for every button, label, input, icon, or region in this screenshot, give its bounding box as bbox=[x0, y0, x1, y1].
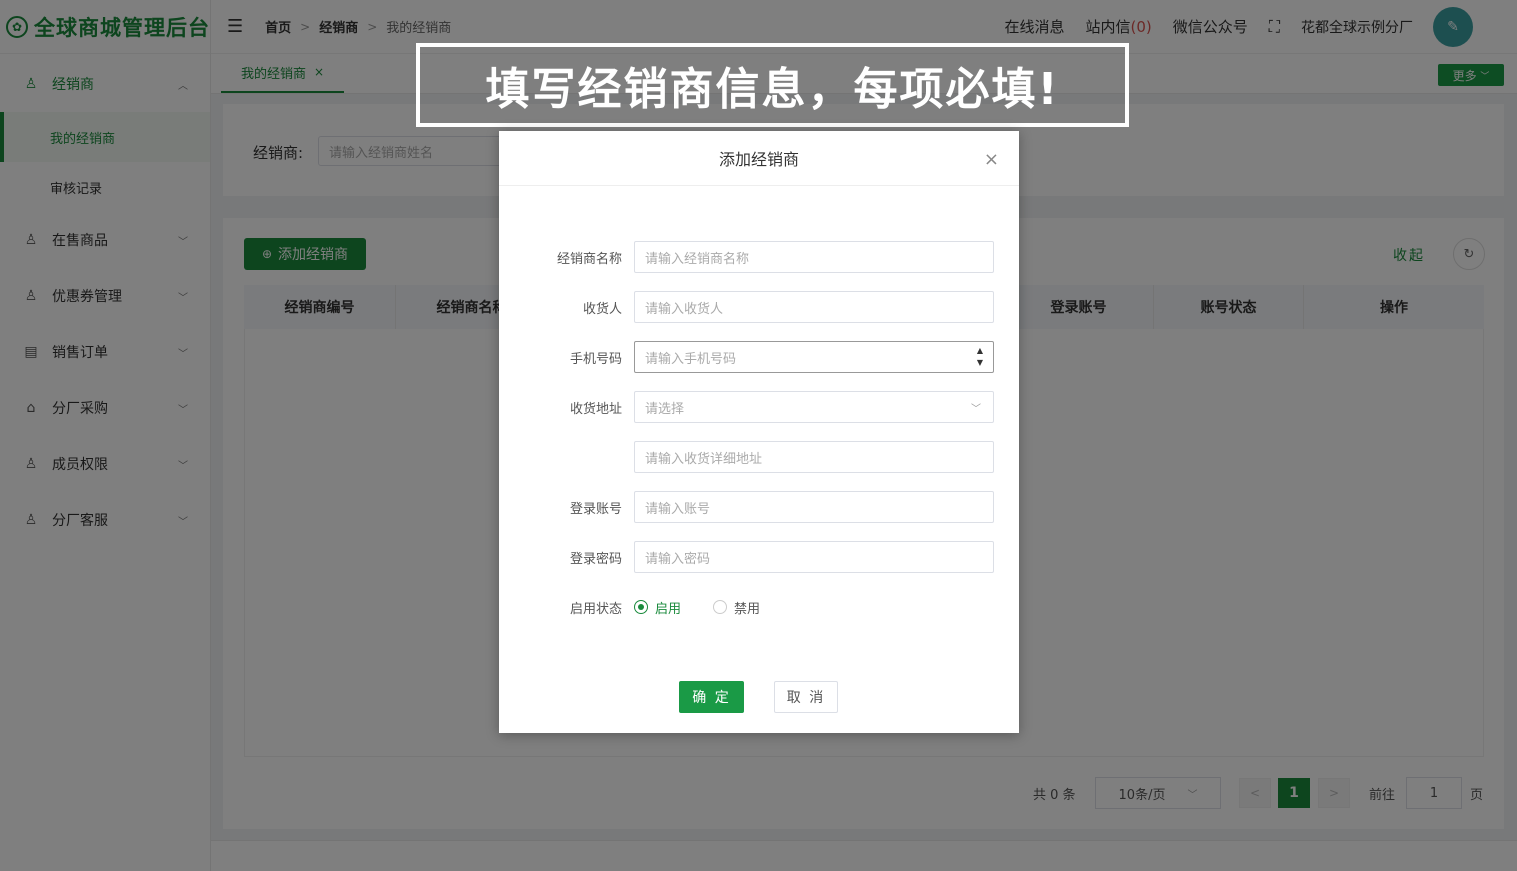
number-spinner[interactable]: ▲ ▼ bbox=[977, 345, 983, 369]
close-icon[interactable]: × bbox=[984, 151, 999, 169]
dialog-title: 添加经销商 bbox=[718, 150, 799, 169]
instruction-banner-text: 填写经销商信息，每项必填! bbox=[485, 64, 1060, 115]
radio-disabled[interactable] bbox=[713, 600, 728, 614]
instruction-banner: 填写经销商信息，每项必填! bbox=[416, 43, 1129, 127]
spinner-down-icon[interactable]: ▼ bbox=[977, 357, 983, 369]
form-row-address: 收货地址 请选择 ﹀ bbox=[499, 391, 1019, 423]
phone-placeholder: 请输入手机号码 bbox=[645, 351, 737, 367]
field-label: 收货地址 bbox=[569, 401, 622, 417]
field-label: 登录密码 bbox=[569, 551, 622, 567]
address-detail-input[interactable]: 请输入收货详细地址 bbox=[634, 441, 994, 473]
password-input[interactable]: 请输入密码 bbox=[634, 541, 994, 573]
dialog-header: 添加经销商 × bbox=[499, 131, 1019, 186]
confirm-button[interactable]: 确 定 bbox=[679, 681, 744, 713]
form-row-name: 经销商名称 请输入经销商名称 bbox=[499, 241, 1019, 273]
address-select-placeholder: 请选择 bbox=[645, 401, 685, 417]
add-dealer-dialog: 添加经销商 × 经销商名称 请输入经销商名称 收货人 请输入收货人 手机号码 请… bbox=[499, 131, 1019, 733]
phone-input[interactable]: 请输入手机号码 ▲ ▼ bbox=[634, 341, 994, 373]
account-input[interactable]: 请输入账号 bbox=[634, 491, 994, 523]
form-row-account: 登录账号 请输入账号 bbox=[499, 491, 1019, 523]
radio-enabled[interactable] bbox=[634, 600, 648, 614]
chevron-down-icon: ﹀ bbox=[971, 404, 981, 415]
field-label: 启用状态 bbox=[569, 601, 622, 617]
field-label: 手机号码 bbox=[569, 351, 622, 367]
radio-disabled-label[interactable]: 禁用 bbox=[734, 598, 760, 617]
status-radio-group: 启用 禁用 bbox=[634, 591, 792, 623]
dealer-name-input[interactable]: 请输入经销商名称 bbox=[634, 241, 994, 273]
field-label: 登录账号 bbox=[569, 501, 622, 517]
form-row-phone: 手机号码 请输入手机号码 ▲ ▼ bbox=[499, 341, 1019, 373]
field-label: 经销商名称 bbox=[556, 251, 622, 267]
form-row-password: 登录密码 请输入密码 bbox=[499, 541, 1019, 573]
receiver-input[interactable]: 请输入收货人 bbox=[634, 291, 994, 323]
form-row-receiver: 收货人 请输入收货人 bbox=[499, 291, 1019, 323]
field-label: 收货人 bbox=[582, 301, 622, 317]
address-select[interactable]: 请选择 ﹀ bbox=[634, 391, 994, 423]
form-row-status: 启用状态 启用 禁用 bbox=[499, 591, 1019, 623]
form-row-address-detail: 请输入收货详细地址 bbox=[499, 441, 1019, 473]
cancel-button[interactable]: 取 消 bbox=[774, 681, 838, 713]
radio-enabled-label[interactable]: 启用 bbox=[655, 598, 681, 617]
spinner-up-icon[interactable]: ▲ bbox=[977, 345, 983, 357]
